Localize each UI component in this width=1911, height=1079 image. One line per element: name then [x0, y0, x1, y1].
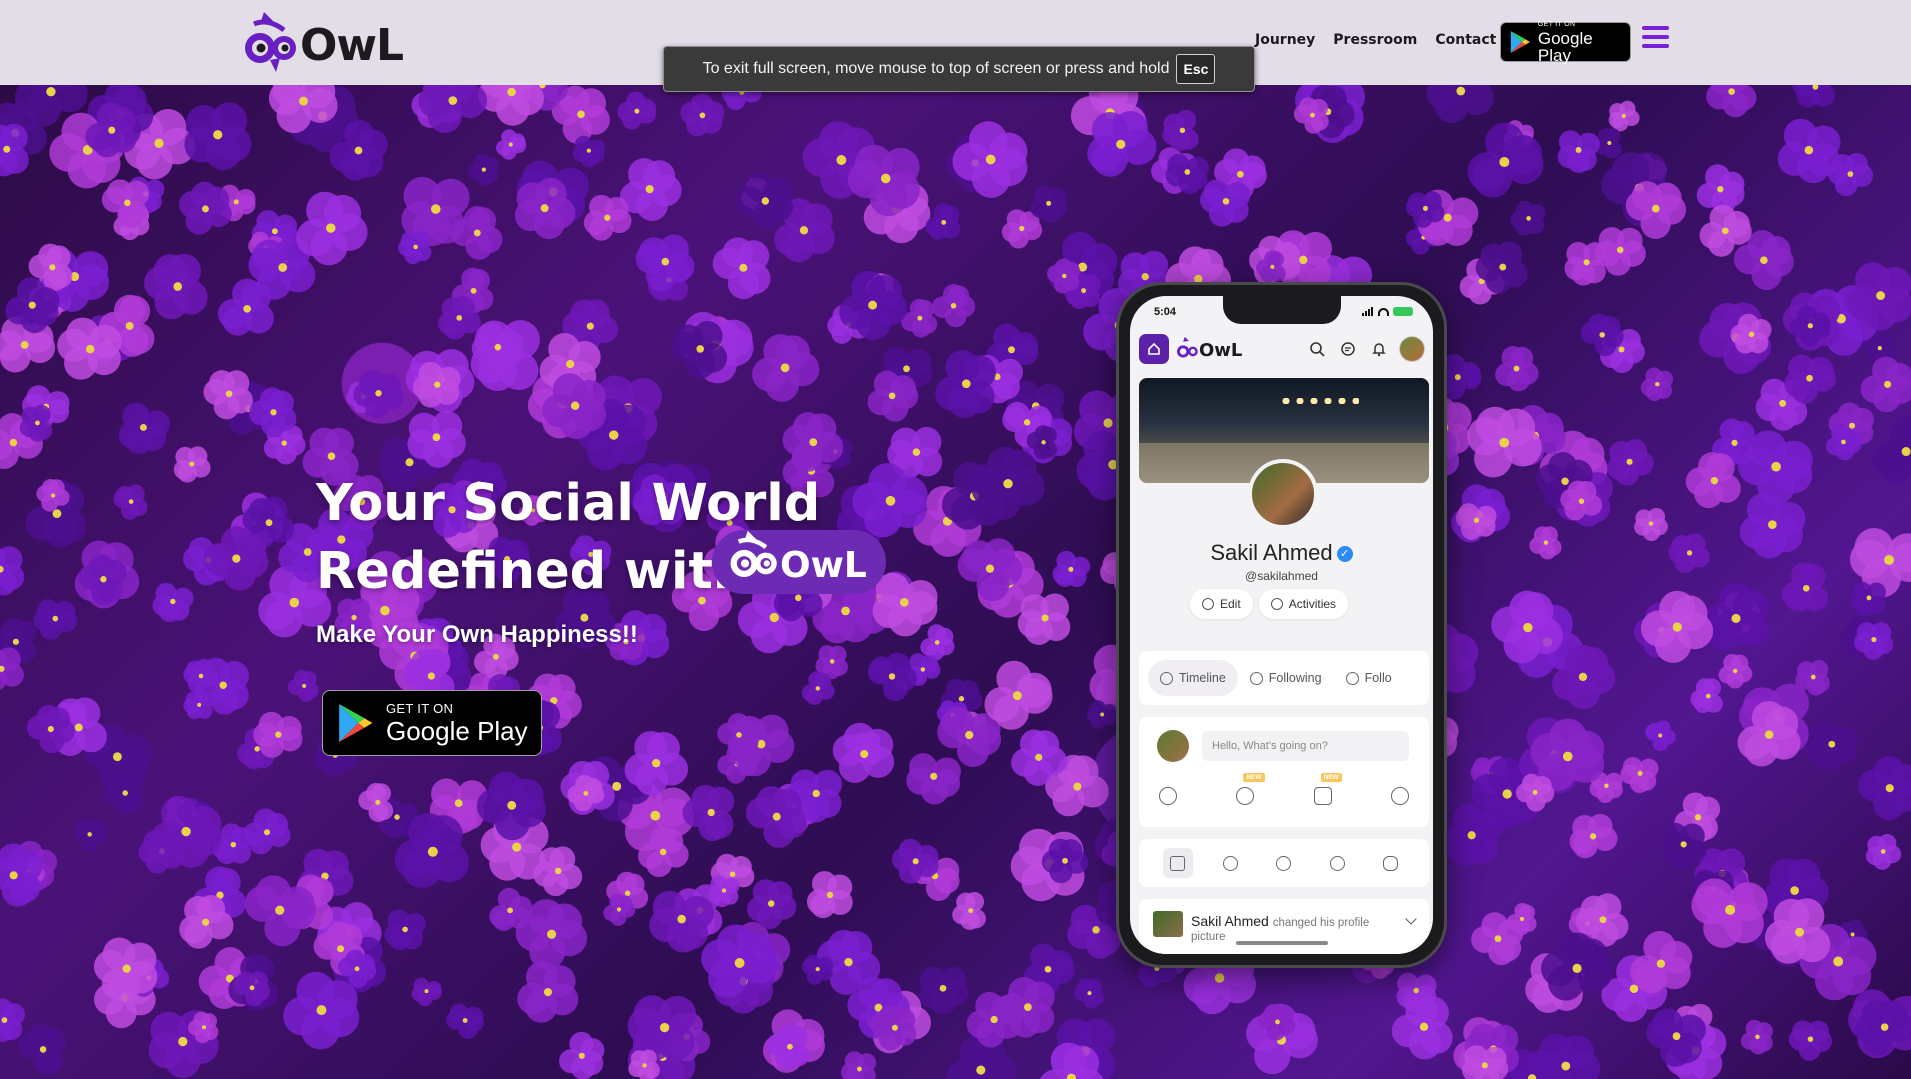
activities-label: Activities	[1288, 597, 1337, 611]
new-badge: NEW	[1243, 773, 1265, 782]
emoji-icon[interactable]	[1159, 787, 1177, 805]
image-icon	[1223, 855, 1239, 871]
story-icon[interactable]: NEW	[1313, 773, 1342, 805]
play-badge-big: Google Play	[1537, 28, 1593, 65]
fullscreen-exit-toast: To exit full screen, move mouse to top o…	[663, 46, 1255, 92]
add-icon[interactable]	[1390, 787, 1409, 805]
app-bar-icons	[1297, 336, 1425, 362]
app-brand: OwL	[1175, 336, 1242, 362]
new-badge: NEW	[1320, 773, 1342, 782]
filter-videos[interactable]	[1322, 848, 1352, 878]
profile-tabs: Timeline Following Follo	[1139, 651, 1429, 705]
filter-audio[interactable]	[1375, 848, 1405, 878]
owl-brand-pill: OwL	[712, 530, 886, 594]
filter-emotions[interactable]	[1269, 848, 1299, 878]
feed-action: changed his profile	[1272, 917, 1370, 929]
play-badge-small: GET IT ON	[1537, 20, 1576, 28]
main-nav: Journey Pressroom Contact	[1255, 32, 1514, 48]
play-badge-big: Google Play	[386, 716, 528, 746]
tab-followers[interactable]: Follo	[1334, 660, 1404, 696]
tab-timeline[interactable]: Timeline	[1148, 660, 1238, 696]
profile-name-row: Sakil Ahmed ✓	[1130, 540, 1433, 566]
brand-name: OwL	[300, 19, 404, 71]
bell-icon[interactable]	[1368, 338, 1390, 360]
nav-contact[interactable]: Contact	[1435, 32, 1496, 48]
profile-actions: Edit Activities	[1190, 589, 1354, 619]
user-avatar[interactable]	[1399, 336, 1425, 362]
google-play-icon	[339, 704, 373, 742]
hero-google-play-button[interactable]: GET IT ON Google Play	[322, 690, 542, 756]
home-icon	[1148, 342, 1160, 355]
phone-notch	[1223, 296, 1341, 324]
edit-icon	[1202, 598, 1214, 610]
tab-label: Following	[1268, 671, 1322, 685]
esc-key-hint: Esc	[1176, 54, 1216, 84]
owl-logo-icon	[245, 12, 296, 72]
feed-thumbnail	[1153, 911, 1183, 937]
search-icon[interactable]	[1306, 338, 1328, 360]
compose-avatar	[1157, 730, 1189, 762]
brand-logo[interactable]: OwL	[240, 10, 404, 74]
tab-following[interactable]: Following	[1238, 660, 1334, 696]
smile-icon	[1276, 855, 1292, 871]
chevron-down-icon[interactable]	[1405, 913, 1417, 925]
activities-button[interactable]: Activities	[1258, 589, 1349, 619]
compose-tools: NEW NEW	[1159, 773, 1409, 805]
compose-input[interactable]: Hello, What's going on?	[1202, 731, 1409, 761]
feed-filter-bar	[1139, 839, 1429, 887]
toast-message: To exit full screen, move mouse to top o…	[702, 60, 1170, 77]
hero-tagline: Make Your Own Happiness!!	[316, 621, 638, 648]
sticker-icon[interactable]: NEW	[1236, 773, 1265, 805]
headline-line-1: Your Social World	[316, 474, 821, 533]
microphone-icon	[1382, 855, 1398, 871]
chat-icon[interactable]	[1337, 338, 1359, 360]
hamburger-menu-icon[interactable]	[1642, 26, 1669, 50]
battery-icon	[1393, 307, 1413, 316]
flower-field-background-image	[0, 85, 1911, 1079]
users-icon	[1345, 671, 1359, 685]
user-plus-icon	[1249, 671, 1263, 685]
verified-badge-icon: ✓	[1336, 546, 1353, 562]
timeline-icon	[1160, 671, 1173, 685]
phone-screen: 5:04 OwL Sakil Ahmed ✓ @sakilahmed Edit …	[1130, 296, 1433, 954]
profile-picture[interactable]	[1248, 459, 1318, 529]
status-icons	[1362, 307, 1413, 316]
feed-action-cont: picture	[1191, 931, 1226, 943]
feed-item[interactable]: Sakil Ahmed changed his profile picture	[1139, 899, 1429, 954]
home-button[interactable]	[1139, 334, 1169, 364]
header-google-play-button[interactable]: GET IT ON Google Play	[1500, 20, 1631, 65]
profile-handle: @sakilahmed	[1245, 569, 1318, 583]
app-brand-name: OwL	[1199, 340, 1243, 361]
play-badge-small: GET IT ON	[386, 701, 454, 716]
compose-post-card: Hello, What's going on? NEW NEW	[1139, 717, 1429, 827]
nav-pressroom[interactable]: Pressroom	[1333, 32, 1417, 48]
eye-icon	[1329, 855, 1345, 871]
edit-label: Edit	[1220, 597, 1241, 611]
app-top-bar: OwL	[1139, 332, 1425, 366]
owl-logo-icon	[730, 530, 777, 578]
tab-label: Follo	[1364, 671, 1392, 685]
grid-icon	[1170, 855, 1186, 871]
feed-headline: Sakil Ahmed changed his profile	[1191, 913, 1369, 929]
edit-profile-button[interactable]: Edit	[1190, 589, 1253, 619]
nav-journey[interactable]: Journey	[1255, 32, 1315, 48]
profile-name: Sakil Ahmed	[1210, 540, 1333, 565]
wifi-icon	[1378, 307, 1389, 316]
owl-logo-icon	[1177, 336, 1198, 358]
home-indicator	[1236, 941, 1328, 945]
pill-brand-name: OwL	[780, 544, 867, 586]
google-play-icon	[1510, 31, 1530, 53]
tab-label: Timeline	[1179, 671, 1226, 685]
activities-icon	[1270, 598, 1283, 610]
hero-background	[0, 85, 1911, 1079]
feed-author[interactable]: Sakil Ahmed	[1191, 913, 1269, 929]
filter-photos[interactable]	[1216, 848, 1246, 878]
signal-icon	[1362, 307, 1374, 316]
phone-mockup: 5:04 OwL Sakil Ahmed ✓ @sakilahmed Edit …	[1116, 282, 1447, 968]
status-time: 5:04	[1154, 306, 1177, 318]
filter-all[interactable]	[1162, 848, 1193, 878]
